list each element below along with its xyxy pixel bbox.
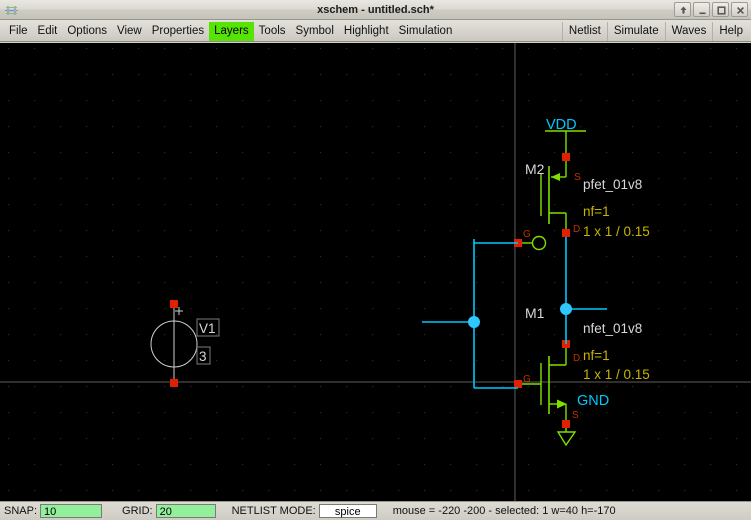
minimize-button[interactable] [693, 2, 710, 17]
v1-instance-name: V1 [199, 321, 216, 336]
xschem-window: xschem - untitled.sch* File Edit Options… [0, 0, 751, 520]
menu-tools[interactable]: Tools [254, 22, 291, 41]
netlist-mode-value[interactable]: spice [318, 504, 377, 518]
shade-button[interactable] [674, 2, 691, 17]
vdd-label-text: VDD [546, 117, 577, 133]
menu-simulate[interactable]: Simulate [606, 21, 665, 41]
m1-size-property: 1 x 1 / 0.15 [583, 367, 650, 382]
m1-source-pin[interactable] [562, 420, 570, 428]
v1-value-text: 3 [199, 349, 207, 364]
m2-source-arrow [551, 173, 560, 181]
junction-dot-output[interactable] [560, 303, 572, 315]
m2-pin-d-label: D [573, 224, 580, 235]
v1-plus-pin[interactable] [170, 300, 178, 308]
m2-drain-pin[interactable] [562, 229, 570, 237]
mouse-position-info: mouse = -220 -200 - selected: 1 w=40 h=-… [392, 505, 616, 517]
m1-nf-property: nf=1 [583, 348, 610, 363]
grid-value-field[interactable]: 20 [155, 504, 216, 518]
status-bar: SNAP: 10 GRID: 20 NETLIST MODE: spice mo… [0, 501, 751, 520]
snap-label: SNAP: [4, 505, 38, 517]
menu-options[interactable]: Options [62, 22, 112, 41]
m2-nf-property: nf=1 [583, 204, 610, 219]
menu-properties[interactable]: Properties [147, 22, 209, 41]
v1-minus-pin[interactable] [170, 379, 178, 387]
m2-size-property: 1 x 1 / 0.15 [583, 224, 650, 239]
m1-pin-d-label: D [573, 353, 580, 364]
schematic-canvas[interactable]: VDD S G D M2 pfet_01v8 nf=1 1 x 1 / 0.15… [0, 43, 751, 501]
m2-model-name: pfet_01v8 [583, 177, 642, 192]
gnd-symbol [556, 428, 577, 447]
voltage-source-v1 [150, 300, 198, 387]
menu-simulation[interactable]: Simulation [394, 22, 458, 41]
menu-left-group: File Edit Options View Properties Layers… [4, 20, 457, 42]
close-button[interactable] [731, 2, 748, 17]
m2-pin-s-label: S [574, 172, 581, 183]
title-bar: xschem - untitled.sch* [0, 0, 751, 20]
menu-right-group: Netlist Simulate Waves Help [561, 20, 749, 42]
menu-edit[interactable]: Edit [33, 22, 63, 41]
m1-model-name: nfet_01v8 [583, 321, 642, 336]
m1-instance-name: M1 [525, 305, 545, 321]
menu-file[interactable]: File [4, 22, 33, 41]
vdd-net-label [545, 130, 586, 156]
menu-waves[interactable]: Waves [664, 21, 713, 41]
netlist-mode-label: NETLIST MODE: [231, 505, 316, 517]
menu-highlight[interactable]: Highlight [339, 22, 394, 41]
grid-label: GRID: [122, 505, 153, 517]
m2-pin-g-label: G [523, 229, 531, 240]
menu-layers[interactable]: Layers [209, 21, 254, 41]
snap-value-field[interactable]: 10 [40, 504, 103, 518]
m1-pin-g-label: G [523, 374, 531, 385]
menu-help[interactable]: Help [712, 21, 749, 41]
m1-pin-s-label: S [572, 410, 579, 421]
menu-bar: File Edit Options View Properties Layers… [0, 20, 751, 42]
menu-symbol[interactable]: Symbol [291, 22, 339, 41]
gnd-label-text: GND [577, 393, 609, 409]
window-title: xschem - untitled.sch* [317, 4, 434, 16]
m2-inversion-bubble [531, 235, 547, 251]
window-buttons [674, 2, 748, 18]
menu-netlist[interactable]: Netlist [561, 21, 607, 41]
maximize-button[interactable] [712, 2, 729, 17]
m2-source-pin[interactable] [562, 153, 570, 161]
m1-gate-pin[interactable] [514, 380, 522, 388]
junction-dot-input[interactable] [468, 316, 480, 328]
m2-instance-name: M2 [525, 161, 545, 177]
v1-polarity-plus [175, 307, 183, 315]
menu-view[interactable]: View [112, 22, 147, 41]
origin-axes [0, 43, 751, 501]
